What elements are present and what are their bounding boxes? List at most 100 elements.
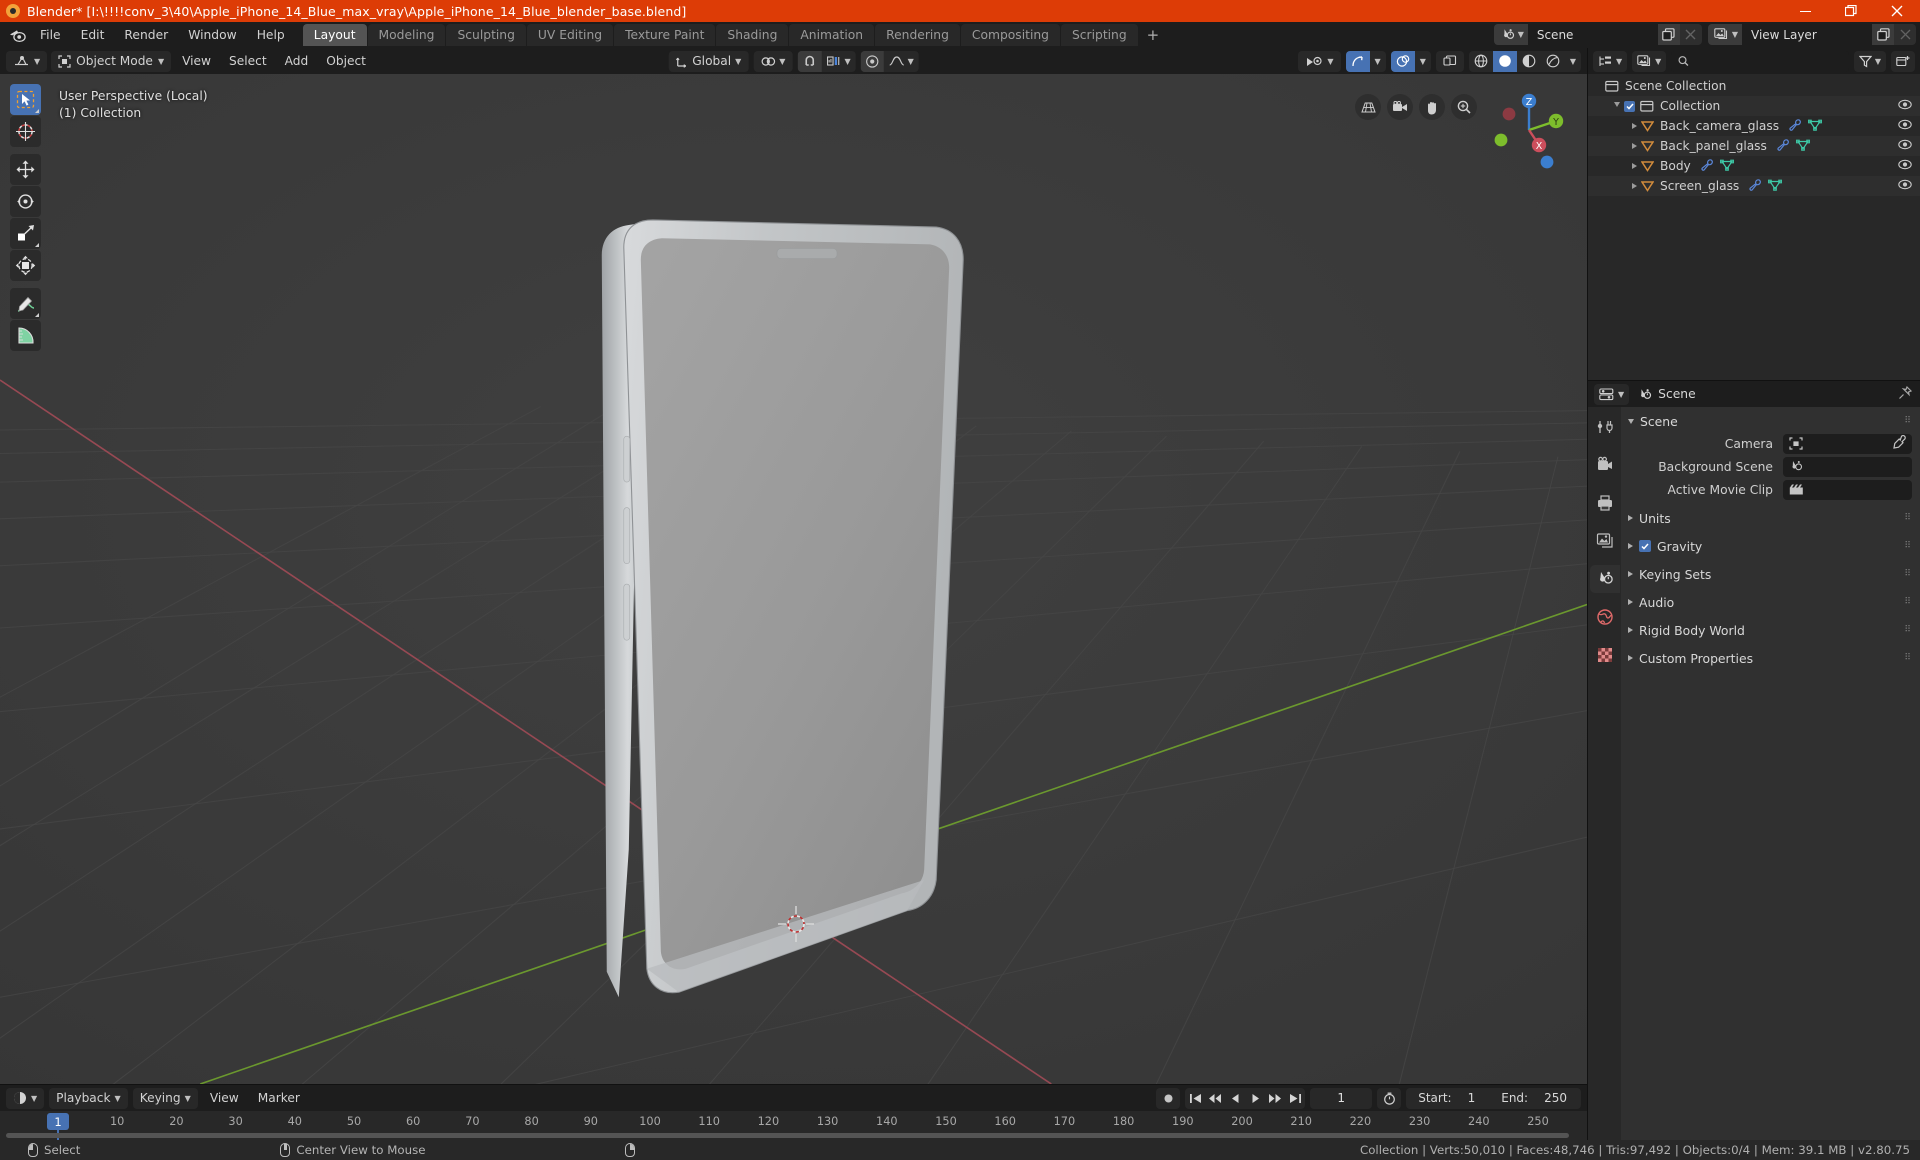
menu-file[interactable]: File [30, 25, 71, 45]
camera-field[interactable] [1783, 433, 1912, 454]
pivot-point-selector[interactable]: ▼ [753, 50, 793, 72]
outliner-editor-type[interactable]: ▼ [1593, 50, 1628, 72]
transform-tool[interactable] [10, 250, 41, 281]
viewport-menu-add[interactable]: Add [278, 51, 316, 72]
mesh-data-icon[interactable] [1808, 119, 1823, 134]
playhead[interactable]: 1 [47, 1113, 69, 1130]
shading-wireframe-button[interactable] [1469, 51, 1493, 72]
scale-tool[interactable] [10, 218, 41, 249]
view-layer-selector[interactable]: ▼ View Layer [1707, 24, 1916, 45]
play-button[interactable] [1245, 1088, 1265, 1109]
render-tab[interactable] [1590, 451, 1620, 479]
unlink-scene-button[interactable] [1679, 24, 1702, 45]
current-frame-field[interactable]: 1 [1310, 1087, 1373, 1109]
modifier-icon[interactable] [1776, 138, 1789, 154]
auto-keying-button[interactable] [1156, 1087, 1181, 1109]
annotate-tool[interactable] [10, 288, 41, 319]
measure-tool[interactable] [10, 320, 41, 351]
new-scene-button[interactable] [1657, 24, 1680, 45]
viewport-canvas[interactable]: User Perspective (Local) (1) Collection [0, 74, 1587, 1084]
mesh-data-icon[interactable] [1768, 179, 1783, 194]
workspace-tab-layout[interactable]: Layout [302, 24, 367, 46]
scene-tab[interactable] [1589, 565, 1620, 593]
timeline-menu-keying[interactable]: Keying ▼ [132, 1087, 198, 1109]
chevron-down-icon[interactable] [1614, 102, 1620, 110]
background-scene-field[interactable] [1783, 456, 1912, 477]
mesh-data-icon[interactable] [1795, 139, 1810, 154]
snap-magnet-icon[interactable] [797, 50, 822, 72]
outliner-search-input[interactable] [1694, 54, 1842, 68]
chevron-right-icon[interactable] [1632, 163, 1637, 169]
workspace-tab-rendering[interactable]: Rendering [875, 24, 960, 46]
modifier-icon[interactable] [1788, 118, 1801, 134]
world-tab[interactable] [1590, 603, 1620, 631]
show-gizmo-toggle[interactable] [1345, 50, 1370, 72]
unlink-view-layer-button[interactable] [1894, 24, 1916, 45]
blender-menu-icon[interactable] [4, 24, 30, 46]
viewport-menu-select[interactable]: Select [222, 51, 274, 72]
interaction-mode-selector[interactable]: Object Mode ▼ [51, 50, 172, 72]
menu-render[interactable]: Render [114, 25, 178, 45]
editor-type-selector[interactable]: ▼ [6, 50, 48, 72]
properties-panel-header[interactable]: Units ⠿ [1621, 508, 1920, 528]
camera-view-icon[interactable] [1387, 94, 1413, 120]
texture-tab[interactable] [1590, 641, 1620, 669]
toggle-xray-button[interactable] [1435, 50, 1464, 72]
add-workspace-button[interactable]: + [1139, 26, 1168, 44]
overlay-options[interactable]: ▼ [1415, 51, 1431, 72]
visibility-eye-icon[interactable] [1898, 179, 1912, 193]
chevron-right-icon[interactable] [1632, 123, 1637, 129]
workspace-tab-shading[interactable]: Shading [716, 24, 789, 46]
active-movie-clip-field[interactable] [1783, 479, 1912, 500]
collection-checkbox[interactable] [1624, 100, 1635, 112]
properties-panel-header[interactable]: Audio ⠿ [1621, 592, 1920, 612]
outliner-row[interactable]: Scene Collection [1588, 76, 1920, 96]
shading-options[interactable]: ▼ [1565, 51, 1581, 72]
timeline-scrollbar[interactable] [6, 1133, 1569, 1138]
menu-edit[interactable]: Edit [71, 25, 115, 45]
pan-view-icon[interactable] [1419, 94, 1445, 120]
outliner-row[interactable]: Back_camera_glass [1588, 116, 1920, 136]
object-visibility-selector[interactable]: ▼ [1298, 50, 1341, 72]
toggle-camera-grid-icon[interactable] [1355, 94, 1381, 120]
restore-button[interactable] [1828, 0, 1874, 22]
shading-material-button[interactable] [1517, 51, 1541, 72]
shading-rendered-button[interactable] [1541, 51, 1565, 72]
scene-name[interactable]: Scene [1527, 24, 1658, 45]
rotate-tool[interactable] [10, 186, 41, 217]
play-reverse-button[interactable] [1225, 1088, 1245, 1109]
select-box-tool[interactable] [10, 84, 41, 115]
eyedropper-icon[interactable] [1892, 434, 1906, 453]
workspace-tab-sculpting[interactable]: Sculpting [446, 24, 526, 46]
viewport-menu-object[interactable]: Object [319, 51, 373, 72]
close-button[interactable] [1874, 0, 1920, 22]
navigation-gizmo[interactable]: Z Y X [1487, 88, 1571, 172]
properties-editor-type[interactable]: ▼ [1594, 383, 1630, 405]
modifier-icon[interactable] [1700, 158, 1713, 174]
pin-id-button[interactable] [1898, 385, 1913, 404]
jump-to-end-button[interactable] [1285, 1088, 1305, 1109]
prev-keyframe-button[interactable] [1205, 1088, 1225, 1109]
next-keyframe-button[interactable] [1265, 1088, 1285, 1109]
workspace-tab-scripting[interactable]: Scripting [1060, 24, 1138, 46]
scene-panel-header[interactable]: Scene ⠿ [1621, 411, 1920, 431]
view-layer-name[interactable]: View Layer [1742, 24, 1872, 45]
shading-solid-button[interactable] [1492, 50, 1517, 72]
minimize-button[interactable] [1782, 0, 1828, 22]
visibility-eye-icon[interactable] [1898, 139, 1912, 153]
properties-panel-header[interactable]: Rigid Body World ⠿ [1621, 620, 1920, 640]
new-view-layer-button[interactable] [1872, 24, 1894, 45]
workspace-tab-texture-paint[interactable]: Texture Paint [614, 24, 716, 46]
viewport-menu-view[interactable]: View [175, 51, 218, 72]
menu-help[interactable]: Help [247, 25, 295, 45]
workspace-tab-compositing[interactable]: Compositing [960, 24, 1060, 46]
show-overlays-toggle[interactable] [1390, 50, 1415, 72]
frame-range-fields[interactable]: Start: 1 End: 250 [1406, 1087, 1581, 1109]
chevron-right-icon[interactable] [1632, 143, 1637, 149]
use-preview-range-button[interactable] [1377, 1087, 1402, 1109]
modifier-icon[interactable] [1748, 178, 1762, 194]
proportional-editing-toggle[interactable] [860, 50, 884, 72]
chevron-right-icon[interactable] [1632, 183, 1637, 189]
timeline-menu-marker[interactable]: Marker [251, 1088, 307, 1109]
mesh-data-icon[interactable] [1719, 159, 1734, 174]
